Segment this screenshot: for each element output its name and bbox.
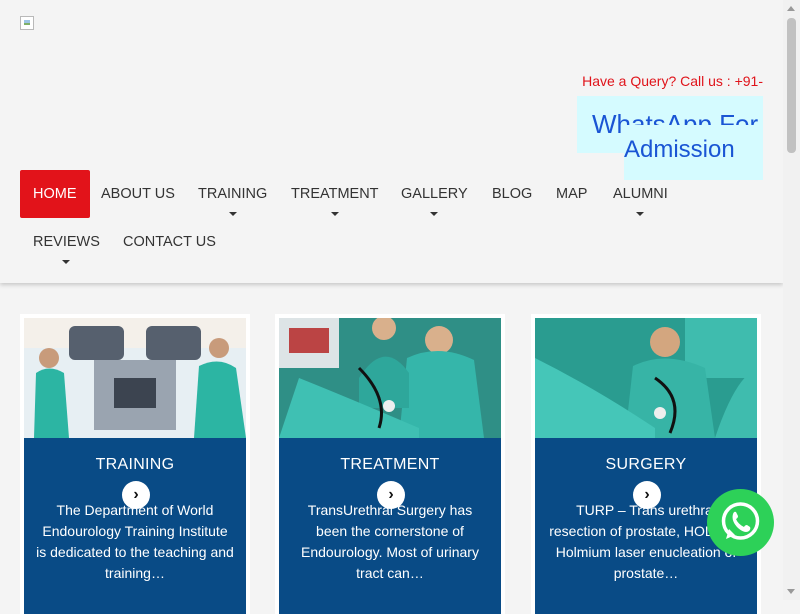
nav-item-home[interactable]: HOME <box>20 170 90 218</box>
caret-down-icon <box>636 212 645 216</box>
nav-item-training[interactable]: TRAINING <box>198 170 267 218</box>
scroll-down-arrow-icon[interactable] <box>787 589 795 594</box>
card-description: The Department of World Endourology Trai… <box>36 502 234 581</box>
broken-image-icon[interactable] <box>20 16 34 30</box>
whatsapp-icon <box>721 502 760 540</box>
card-training[interactable]: TRAINING › The Department of World Endou… <box>20 314 250 614</box>
whatsapp-floating-button[interactable] <box>707 489 774 556</box>
card-description: TransUrethral Surgery has been the corne… <box>301 502 479 581</box>
scrollbar-thumb[interactable] <box>787 18 796 153</box>
card-title: SURGERY <box>605 456 687 473</box>
nav-item-reviews[interactable]: REVIEWS <box>33 218 100 266</box>
caret-down-icon <box>228 212 237 216</box>
card-treatment[interactable]: TREATMENT › TransUrethral Surgery has be… <box>275 314 505 614</box>
card-title: TRAINING <box>95 456 175 473</box>
nav-item-alumni[interactable]: ALUMNI <box>613 170 668 218</box>
card-panel: TREATMENT › TransUrethral Surgery has be… <box>279 438 501 614</box>
caret-down-icon <box>62 260 71 264</box>
caret-down-icon <box>430 212 439 216</box>
nav-item-gallery[interactable]: GALLERY <box>401 170 468 218</box>
nav-item-treatment[interactable]: TREATMENT <box>291 170 379 218</box>
query-call-text[interactable]: Have a Query? Call us : +91- <box>582 73 763 89</box>
page-scrollbar[interactable] <box>783 0 800 600</box>
site-header: Have a Query? Call us : +91- WhatsApp Fo… <box>0 0 783 283</box>
scroll-up-arrow-icon[interactable] <box>787 6 795 11</box>
caret-down-icon <box>330 212 339 216</box>
nav-item-about-us[interactable]: ABOUT US <box>101 170 175 218</box>
whatsapp-admission-line2: Admission <box>624 136 735 163</box>
nav-item-map[interactable]: MAP <box>556 170 587 218</box>
card-panel: TRAINING › The Department of World Endou… <box>24 438 246 614</box>
nav-item-contact-us[interactable]: CONTACT US <box>123 218 216 266</box>
card-surgery[interactable]: SURGERY › TURP – Trans urethral resectio… <box>531 314 761 614</box>
card-title: TREATMENT <box>340 456 440 473</box>
card-photo-treatment <box>279 318 501 438</box>
card-photo-training <box>24 318 246 438</box>
nav-item-blog[interactable]: BLOG <box>492 170 532 218</box>
card-photo-surgery <box>535 318 757 438</box>
